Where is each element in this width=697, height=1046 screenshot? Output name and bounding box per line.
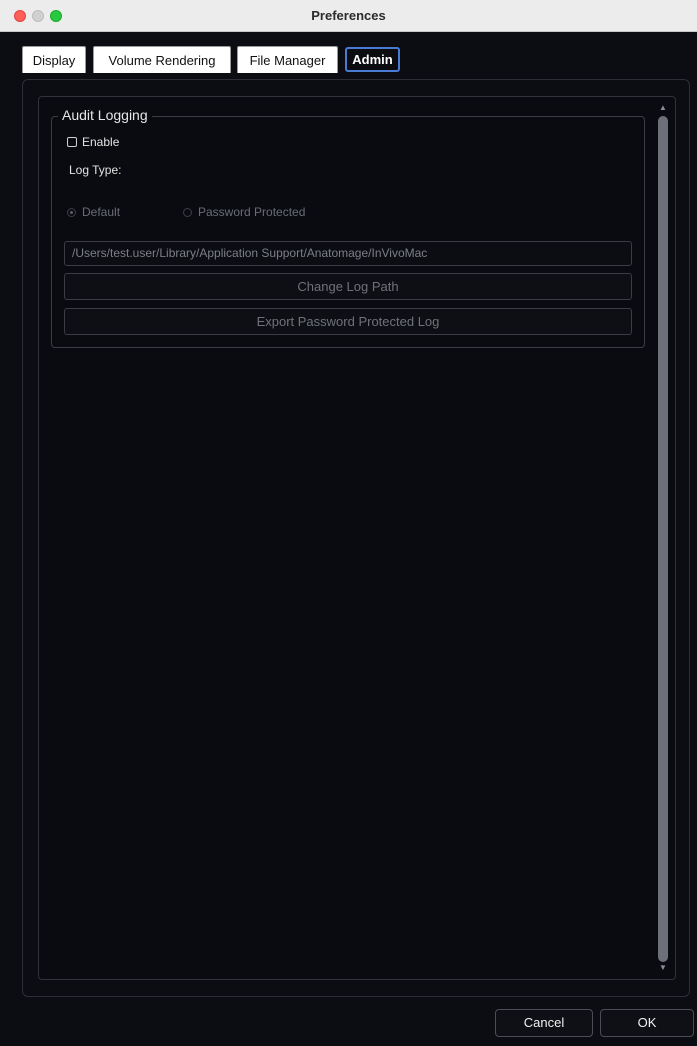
window-title: Preferences: [311, 8, 386, 23]
cancel-button[interactable]: Cancel: [495, 1009, 593, 1037]
vertical-scrollbar[interactable]: ▲ ▼: [656, 104, 670, 972]
change-log-path-button[interactable]: Change Log Path: [64, 273, 632, 300]
radio-default-row[interactable]: Default: [67, 205, 120, 219]
tab-admin-label: Admin: [352, 52, 393, 67]
tab-display[interactable]: Display: [22, 46, 86, 73]
enable-checkbox-row[interactable]: Enable: [67, 134, 119, 150]
preferences-window: Preferences Display Volume Rendering Fil…: [0, 0, 697, 1046]
tab-volume-rendering[interactable]: Volume Rendering: [93, 46, 231, 73]
scroll-up-arrow-icon[interactable]: ▲: [659, 104, 667, 112]
tab-file-manager[interactable]: File Manager: [237, 46, 338, 73]
radio-password-protected[interactable]: [183, 207, 192, 217]
radio-password-label: Password Protected: [198, 205, 306, 219]
enable-checkbox[interactable]: [67, 137, 77, 147]
radio-default[interactable]: [67, 207, 76, 217]
log-path-field[interactable]: /Users/test.user/Library/Application Sup…: [64, 241, 632, 266]
export-password-protected-log-button[interactable]: Export Password Protected Log: [64, 308, 632, 335]
title-bar: Preferences: [0, 0, 697, 32]
log-type-label: Log Type:: [69, 163, 122, 177]
tab-admin[interactable]: Admin: [345, 47, 400, 72]
ok-button[interactable]: OK: [600, 1009, 694, 1037]
enable-label: Enable: [82, 135, 120, 149]
audit-logging-title: Audit Logging: [58, 107, 152, 123]
radio-password-row[interactable]: Password Protected: [183, 205, 305, 219]
scroll-down-arrow-icon[interactable]: ▼: [659, 964, 667, 972]
radio-default-label: Default: [82, 205, 121, 219]
scroll-thumb[interactable]: [658, 116, 668, 962]
